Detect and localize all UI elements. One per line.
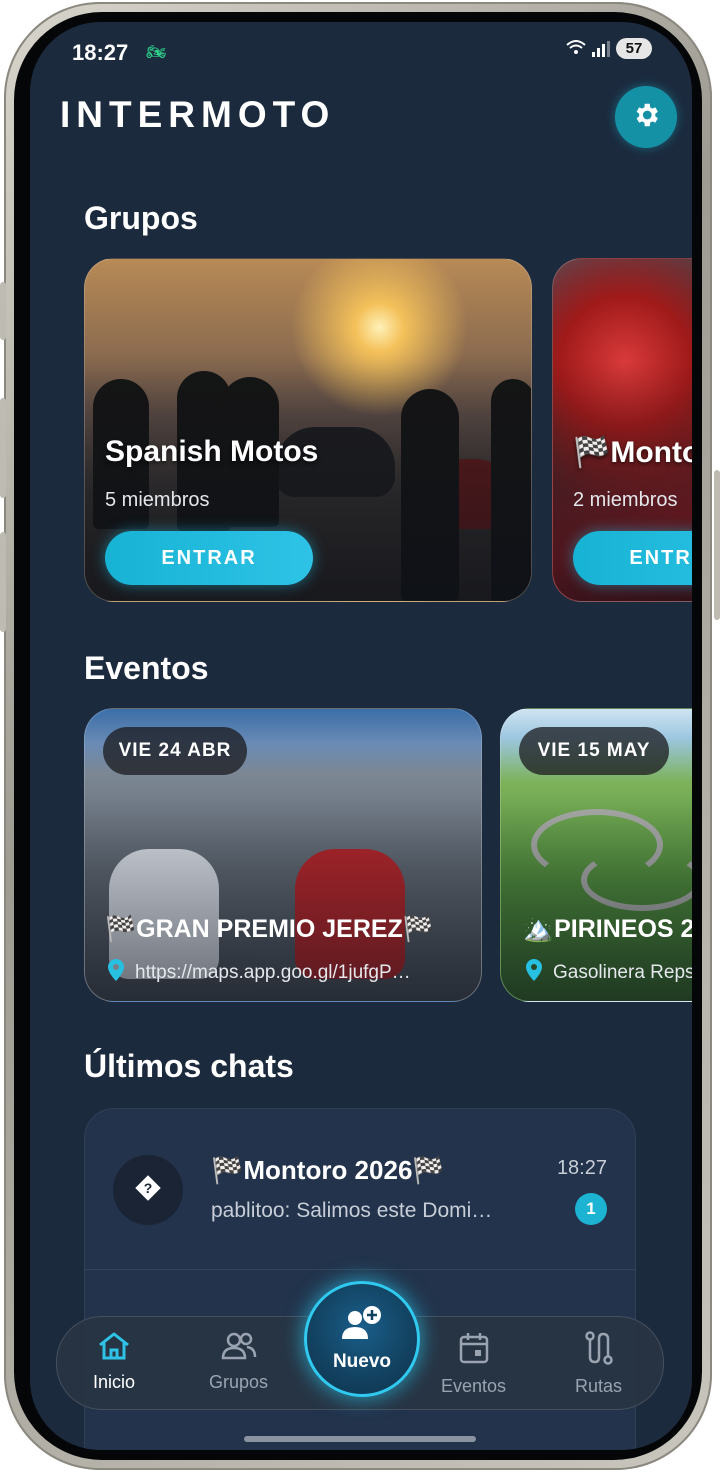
new-button-label: Nuevo bbox=[332, 1351, 392, 1372]
events-section-title: Eventos bbox=[84, 650, 209, 686]
help-icon: ? bbox=[133, 1173, 163, 1208]
wifi-icon bbox=[566, 39, 586, 59]
unread-badge: 1 bbox=[575, 1193, 607, 1225]
groups-section-title: Grupos bbox=[84, 200, 198, 236]
app-screen: 18:27 🏍 57 INTERMOTO Grupos Spanish Moto… bbox=[30, 22, 692, 1450]
nav-groups-label: Grupos bbox=[209, 1372, 269, 1392]
enter-group-button[interactable]: ENTRAR bbox=[573, 531, 692, 585]
group-card[interactable]: Spanish Motos 5 miembros ENTRAR bbox=[84, 258, 532, 602]
chat-time: 18:27 bbox=[556, 1157, 607, 1179]
event-name: 🏔️PIRINEOS 2026 bbox=[523, 915, 692, 943]
event-location-text: https://maps.app.goo.gl/1jufgP… bbox=[135, 962, 411, 983]
group-icon bbox=[221, 1331, 257, 1366]
divider bbox=[85, 1269, 635, 1270]
nav-groups[interactable]: Grupos bbox=[209, 1331, 268, 1393]
status-time: 18:27 bbox=[72, 40, 129, 65]
location-pin-icon bbox=[107, 959, 125, 987]
nav-home-label: Inicio bbox=[93, 1372, 136, 1392]
group-name: 🏁Montoro 2026🏁 bbox=[573, 436, 692, 469]
event-card[interactable]: VIE 24 ABR 🏁GRAN PREMIO JEREZ🏁 https://m… bbox=[84, 708, 482, 1002]
home-icon bbox=[97, 1331, 131, 1366]
action-button bbox=[0, 532, 6, 632]
nav-events[interactable]: Eventos bbox=[441, 1331, 506, 1397]
route-icon bbox=[583, 1331, 615, 1370]
chat-avatar: ? bbox=[113, 1155, 183, 1225]
enter-group-button[interactable]: ENTRAR bbox=[105, 531, 313, 585]
settings-button[interactable] bbox=[615, 86, 677, 148]
location-pin-icon bbox=[525, 959, 543, 987]
home-indicator[interactable] bbox=[244, 1436, 476, 1442]
group-name: Spanish Motos bbox=[105, 435, 319, 468]
power-button bbox=[714, 470, 720, 620]
new-button[interactable]: Nuevo bbox=[304, 1281, 420, 1397]
chat-last-message: pablitoo: Salimos este Domi… bbox=[211, 1199, 493, 1222]
event-location: https://maps.app.goo.gl/1jufgP… bbox=[107, 959, 411, 987]
nav-home[interactable]: Inicio bbox=[93, 1331, 135, 1393]
add-user-icon bbox=[340, 1305, 384, 1347]
event-name: 🏁GRAN PREMIO JEREZ🏁 bbox=[105, 915, 434, 943]
event-card[interactable]: VIE 15 MAY 🏔️PIRINEOS 2026 Gasolinera Re… bbox=[500, 708, 692, 1002]
event-location-text: Gasolinera Repsol bbox=[553, 962, 692, 983]
group-members: 5 miembros bbox=[105, 489, 210, 511]
event-date-badge: VIE 15 MAY bbox=[519, 727, 669, 775]
group-card[interactable]: 🏁Montoro 2026🏁 2 miembros ENTRAR bbox=[552, 258, 692, 602]
status-icons: 57 bbox=[566, 38, 652, 59]
group-members: 2 miembros bbox=[573, 489, 678, 511]
calendar-icon bbox=[458, 1331, 490, 1370]
event-date-badge: VIE 24 ABR bbox=[103, 727, 247, 775]
signal-icon bbox=[592, 40, 610, 57]
notification-icon: 🏍 bbox=[146, 44, 167, 61]
nav-events-label: Eventos bbox=[441, 1376, 507, 1396]
event-location: Gasolinera Repsol bbox=[525, 959, 692, 987]
nav-routes-label: Rutas bbox=[575, 1376, 623, 1396]
chat-name: 🏁Montoro 2026🏁 bbox=[211, 1155, 445, 1185]
app-logo-text: INTERMOTO bbox=[60, 94, 336, 135]
gear-icon bbox=[631, 100, 661, 135]
battery-indicator: 57 bbox=[616, 38, 652, 59]
nav-routes[interactable]: Rutas bbox=[575, 1331, 622, 1397]
volume-up-button bbox=[0, 282, 6, 340]
chat-row[interactable]: ? 🏁Montoro 2026🏁 pablitoo: Salimos este … bbox=[85, 1109, 635, 1269]
chats-section-title: Últimos chats bbox=[84, 1048, 294, 1084]
svg-text:?: ? bbox=[144, 1180, 153, 1196]
volume-down-button bbox=[0, 398, 6, 498]
